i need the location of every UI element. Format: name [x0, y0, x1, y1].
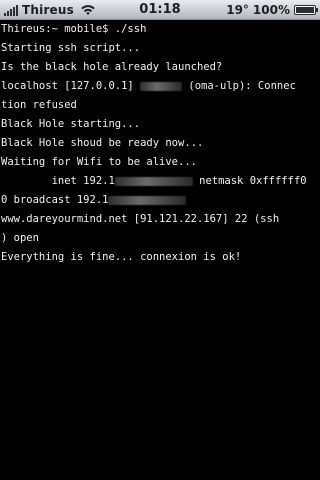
terminal-output[interactable]: Thireus:~ mobile$ ./ssh Starting ssh scr… [0, 20, 320, 480]
terminal-line: ) open [1, 232, 39, 244]
status-right: 19° 100% [226, 0, 318, 20]
terminal-line: Starting ssh script... [1, 42, 141, 54]
temperature: 19° [226, 3, 249, 17]
terminal-line-segment: (oma-ulp): Connec [182, 80, 296, 92]
battery-fill [296, 7, 314, 13]
terminal-line: Black Hole shoud be ready now... [1, 137, 204, 149]
terminal-line: www.dareyourmind.net [91.121.22.167] 22 … [1, 213, 280, 225]
redacted-blur [140, 81, 183, 91]
terminal-line-segment: localhost [127.0.0.1] [1, 80, 141, 92]
terminal-line: Black Hole starting... [1, 118, 141, 130]
terminal-line-segment: 0 broadcast 192.1 [1, 194, 109, 206]
terminal-line: Everything is fine... connexion is ok! [1, 251, 242, 263]
terminal-line: Is the black hole already launched? [1, 61, 223, 73]
status-bar: Thireus 01:18 19° 100% [0, 0, 320, 20]
battery-percent: 100% [252, 3, 290, 17]
terminal-prompt-line: Thireus:~ mobile$ ./ssh [1, 23, 147, 35]
terminal-line-segment: inet 192.1 [1, 175, 115, 187]
terminal-line: tion refused [1, 99, 77, 111]
redacted-blur [108, 195, 187, 205]
terminal-line: Waiting for Wifi to be alive... [1, 156, 197, 168]
terminal-line: localhost [127.0.0.1] (oma-ulp): Connec [0, 77, 320, 96]
terminal-line-segment: netmask 0xffffff0 [192, 175, 307, 187]
terminal-line: 0 broadcast 192.1 [0, 191, 320, 210]
terminal-line: inet 192.1 netmask 0xffffff0 [0, 172, 320, 191]
redacted-blur [114, 176, 193, 186]
battery-icon [294, 5, 318, 15]
